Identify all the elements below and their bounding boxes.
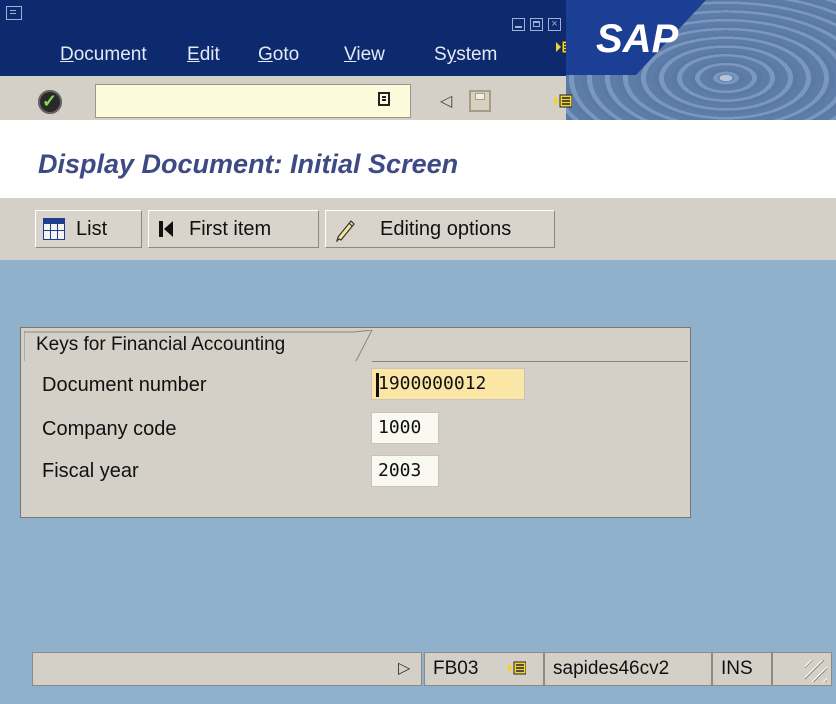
- first-item-button-label: First item: [189, 218, 272, 240]
- fiscal-year-label: Fiscal year: [42, 460, 139, 482]
- group-divider: [372, 361, 688, 362]
- maximize-icon[interactable]: [530, 18, 543, 31]
- first-item-icon: [159, 221, 173, 237]
- list-icon: [43, 218, 65, 240]
- insert-mode-indicator[interactable]: INS: [712, 652, 772, 686]
- menu-view[interactable]: View: [344, 44, 385, 66]
- minimize-icon[interactable]: [512, 18, 525, 31]
- page-title: Display Document: Initial Screen: [38, 149, 459, 179]
- menu-document[interactable]: Document: [60, 44, 147, 66]
- first-item-button[interactable]: First item: [148, 210, 319, 248]
- command-dropdown-icon[interactable]: [378, 92, 390, 106]
- system-name: sapides46cv2: [544, 652, 712, 686]
- svg-text:SAP: SAP: [596, 17, 679, 61]
- command-field[interactable]: [95, 84, 411, 118]
- system-info-icon[interactable]: [508, 661, 526, 675]
- sap-logo: SAP: [566, 0, 706, 75]
- editing-options-button-label: Editing options: [380, 218, 512, 240]
- system-menu-icon[interactable]: [6, 6, 22, 20]
- group-title: Keys for Financial Accounting: [36, 334, 286, 355]
- list-button[interactable]: List: [35, 210, 142, 248]
- fiscal-year-input[interactable]: 2003: [371, 455, 439, 487]
- status-expand-icon[interactable]: ▷: [398, 658, 410, 678]
- company-code-label: Company code: [42, 418, 177, 440]
- status-message-area: [32, 652, 422, 686]
- transaction-code: FB03: [424, 652, 544, 686]
- menu-goto[interactable]: Goto: [258, 44, 299, 66]
- save-icon[interactable]: [469, 90, 491, 112]
- document-number-label: Document number: [42, 374, 207, 396]
- document-number-input[interactable]: 1900000012: [371, 368, 525, 400]
- company-code-input[interactable]: 1000: [371, 412, 439, 444]
- menu-edit[interactable]: Edit: [187, 44, 220, 66]
- layout-menu-icon[interactable]: [554, 94, 572, 108]
- list-button-label: List: [76, 218, 108, 240]
- editing-options-button[interactable]: Editing options: [325, 210, 555, 248]
- back-icon[interactable]: ◁: [440, 91, 452, 111]
- close-icon[interactable]: ×: [548, 18, 561, 31]
- menu-system[interactable]: System: [434, 44, 497, 66]
- text-cursor: [376, 373, 379, 397]
- sap-logo-area: SAP: [566, 0, 836, 120]
- resize-grip-icon[interactable]: [772, 652, 832, 686]
- ok-icon[interactable]: [38, 90, 62, 114]
- pencil-icon: [336, 220, 355, 242]
